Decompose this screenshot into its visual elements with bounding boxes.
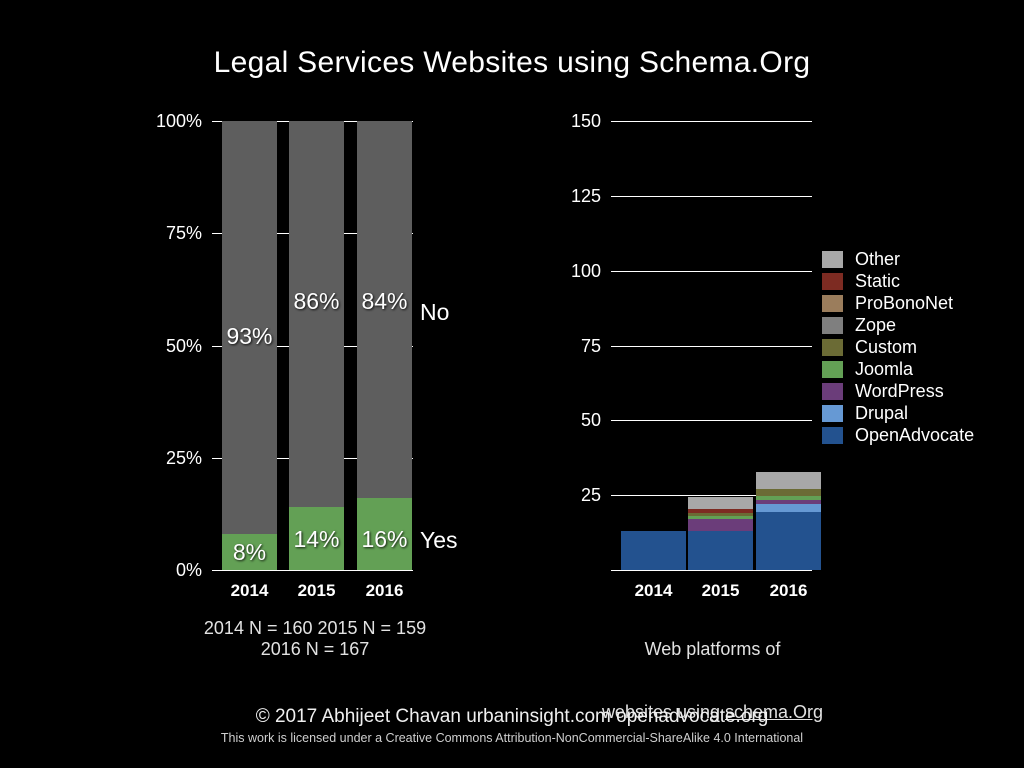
legend-swatch-probononet-icon <box>822 294 843 312</box>
legend-item-openadvocate: OpenAdvocate <box>822 424 974 446</box>
copyright-text: © 2017 Abhijeet Chavan urbaninsight.com … <box>255 706 769 727</box>
legend-label-other: Other <box>855 248 901 269</box>
legend-label-wordpress: WordPress <box>855 380 944 401</box>
ytick-150: 150 <box>570 111 601 131</box>
xtick-2014: 2014 <box>230 581 269 600</box>
ytick-100: 100% <box>155 111 202 131</box>
baseline-0 <box>611 570 812 571</box>
ytick-125: 125 <box>570 186 601 206</box>
segment-openadvocate-2015 <box>688 531 753 570</box>
segment-wordpress-2015 <box>688 519 753 531</box>
segment-openadvocate-2016 <box>756 512 821 570</box>
legend-label-custom: Custom <box>855 336 918 357</box>
ytick-75: 75 <box>580 336 601 356</box>
legend-swatch-wordpress-icon <box>822 382 843 400</box>
ytick-25: 25 <box>580 485 601 505</box>
legend-swatch-custom-icon <box>822 338 843 356</box>
bar-2016: 84% 16% <box>357 121 412 570</box>
segment-drupal-2016 <box>756 504 821 512</box>
segment-wordpress-2016 <box>756 500 821 504</box>
segment-joomla-2016 <box>756 496 821 500</box>
segment-no-2015 <box>289 121 344 508</box>
left-chart-caption: 2014 N = 160 2015 N = 159 2016 N = 167 <box>203 618 427 659</box>
legend-item-other: Other <box>822 248 974 270</box>
segment-static-2015 <box>688 509 753 513</box>
legend-label-probononet: ProBonoNet <box>855 292 954 313</box>
legend-item-drupal: Drupal <box>822 402 974 424</box>
legend-item-static: Static <box>822 270 974 292</box>
series-label-no: No <box>420 299 450 325</box>
segment-custom-2015 <box>688 513 753 516</box>
series-label-yes: Yes <box>420 527 458 553</box>
page-title: Legal Services Websites using Schema.Org <box>213 46 811 79</box>
legend-swatch-other-icon <box>822 250 843 268</box>
legend-label-openadvocate: OpenAdvocate <box>855 424 975 445</box>
legend-swatch-static-icon <box>822 272 843 290</box>
bar-2015 <box>688 121 753 570</box>
legend-label-static: Static <box>855 270 901 291</box>
bar-2016 <box>756 121 821 570</box>
segment-yes-2014 <box>222 534 277 570</box>
gridline-0 <box>212 570 413 571</box>
segment-yes-2015 <box>289 507 344 570</box>
xtick-2016: 2016 <box>365 581 404 600</box>
legend-label-joomla: Joomla <box>855 358 914 379</box>
legend-item-probononet: ProBonoNet <box>822 292 974 314</box>
legend-swatch-openadvocate-icon <box>822 426 843 444</box>
footer: © 2017 Abhijeet Chavan urbaninsight.com … <box>0 705 1024 747</box>
legend-label-drupal: Drupal <box>855 402 909 423</box>
xtick-2016: 2016 <box>769 581 808 600</box>
legend-label-zope: Zope <box>855 314 897 335</box>
legend-item-wordpress: WordPress <box>822 380 974 402</box>
segment-no-2014 <box>222 121 277 535</box>
legend-item-zope: Zope <box>822 314 974 336</box>
ytick-0: 0% <box>175 560 202 580</box>
segment-other-2015 <box>688 497 753 509</box>
legend-item-custom: Custom <box>822 336 974 358</box>
legend-swatch-joomla-icon <box>822 360 843 378</box>
segment-other-2016 <box>756 472 821 489</box>
bar-2014: 93% 8% <box>222 121 277 570</box>
legend-swatch-drupal-icon <box>822 404 843 422</box>
legend-item-joomla: Joomla <box>822 358 974 380</box>
ytick-50: 50 <box>580 410 601 430</box>
platform-legend: Other Static ProBonoNet Zope Custom Joom… <box>822 248 974 446</box>
xtick-2014: 2014 <box>634 581 673 600</box>
xtick-2015: 2015 <box>701 581 740 600</box>
ytick-75: 75% <box>165 223 202 243</box>
license-text: This work is licensed under a Creative C… <box>220 731 804 745</box>
right-caption-line1: Web platforms of <box>644 639 781 659</box>
bar-2015: 86% 14% <box>289 121 344 570</box>
segment-custom-2016 <box>756 489 821 496</box>
segment-joomla-2015 <box>688 516 753 519</box>
ytick-50: 50% <box>165 336 202 356</box>
web-platforms-chart: 150 125 100 75 50 25 2014 2015 2016 <box>571 111 821 600</box>
segment-openadvocate-2014 <box>621 531 686 570</box>
ytick-100: 100 <box>570 261 601 281</box>
xtick-2015: 2015 <box>297 581 336 600</box>
segment-no-2016 <box>357 121 412 499</box>
segment-yes-2016 <box>357 498 412 570</box>
ytick-25: 25% <box>165 448 202 468</box>
schema-adoption-chart: 100% 75% 50% 25% 0% 93% 8% 86% 14% 84% 1… <box>156 111 458 600</box>
bar-2014 <box>621 121 686 570</box>
legend-swatch-zope-icon <box>822 316 843 334</box>
